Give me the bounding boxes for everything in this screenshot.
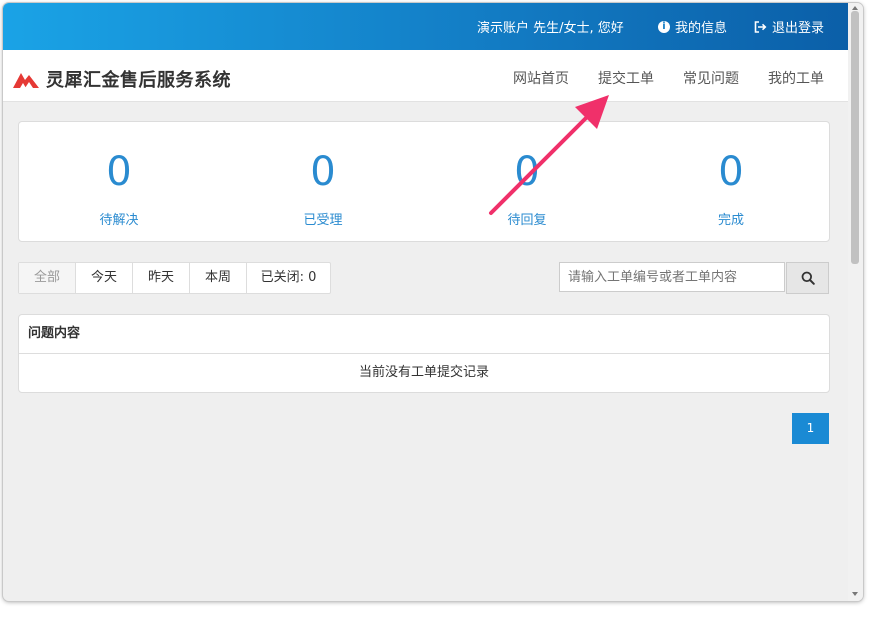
filter-all[interactable]: 全部 xyxy=(19,263,76,293)
stat-pending-value: 0 xyxy=(106,149,132,195)
scroll-up-icon[interactable] xyxy=(852,6,858,10)
brand-name: 灵犀汇金售后服务系统 xyxy=(46,70,231,91)
time-filter-group: 全部 今天 昨天 本周 已关闭: 0 xyxy=(18,262,331,294)
search-icon xyxy=(801,271,815,285)
nav-faq[interactable]: 常见问题 xyxy=(683,68,739,88)
pagination-page-1[interactable]: 1 xyxy=(792,413,829,444)
scroll-down-icon[interactable] xyxy=(852,592,858,596)
stat-accepted-value: 0 xyxy=(310,149,336,195)
browser-window: 演示账户 先生/女士, 您好 i 我的信息 退出登录 灵犀汇金售后服务系统 网站… xyxy=(3,3,863,601)
nav-home[interactable]: 网站首页 xyxy=(513,68,569,88)
top-bar: 演示账户 先生/女士, 您好 i 我的信息 退出登录 xyxy=(3,3,848,50)
empty-state-message: 当前没有工单提交记录 xyxy=(358,365,489,380)
ticket-search-input[interactable] xyxy=(559,262,785,292)
nav-bar: 灵犀汇金售后服务系统 网站首页 提交工单 常见问题 我的工单 xyxy=(3,50,848,102)
filter-week[interactable]: 本周 xyxy=(190,263,247,293)
ticket-table: 问题内容 当前没有工单提交记录 xyxy=(18,314,830,393)
brand[interactable]: 灵犀汇金售后服务系统 xyxy=(12,66,231,92)
stat-pending[interactable]: 0 待解决 xyxy=(19,122,219,228)
vertical-scrollbar[interactable] xyxy=(848,3,863,601)
scrollbar-thumb[interactable] xyxy=(851,11,859,264)
my-info-link[interactable]: i 我的信息 xyxy=(658,17,727,36)
filter-today[interactable]: 今天 xyxy=(76,263,133,293)
nav-submit-ticket[interactable]: 提交工单 xyxy=(598,68,654,88)
stat-completed-label: 完成 xyxy=(717,213,744,228)
stat-awaiting-reply-value: 0 xyxy=(514,149,540,195)
stat-awaiting-reply[interactable]: 0 待回复 xyxy=(427,122,627,228)
filter-yesterday[interactable]: 昨天 xyxy=(133,263,190,293)
stat-pending-label: 待解决 xyxy=(99,213,139,228)
stat-accepted-label: 已受理 xyxy=(303,213,343,228)
nav-my-tickets[interactable]: 我的工单 xyxy=(768,68,824,88)
logout-link[interactable]: 退出登录 xyxy=(754,17,824,36)
logout-label: 退出登录 xyxy=(772,21,825,36)
user-greeting: 演示账户 先生/女士, 您好 xyxy=(477,21,624,36)
info-circle-icon: i xyxy=(658,20,670,33)
sign-out-icon xyxy=(754,20,767,33)
ticket-stats-panel: 0 待解决 0 已受理 0 待回复 0 完成 xyxy=(18,121,830,242)
stat-completed-value: 0 xyxy=(718,149,744,195)
my-info-label: 我的信息 xyxy=(675,21,728,36)
stat-completed[interactable]: 0 完成 xyxy=(631,122,831,228)
search-button[interactable] xyxy=(786,262,829,294)
table-header: 问题内容 xyxy=(19,315,829,354)
filter-closed[interactable]: 已关闭: 0 xyxy=(247,263,330,293)
brand-logo-icon xyxy=(13,73,39,88)
stat-awaiting-reply-label: 待回复 xyxy=(507,213,547,228)
stat-accepted[interactable]: 0 已受理 xyxy=(223,122,423,228)
